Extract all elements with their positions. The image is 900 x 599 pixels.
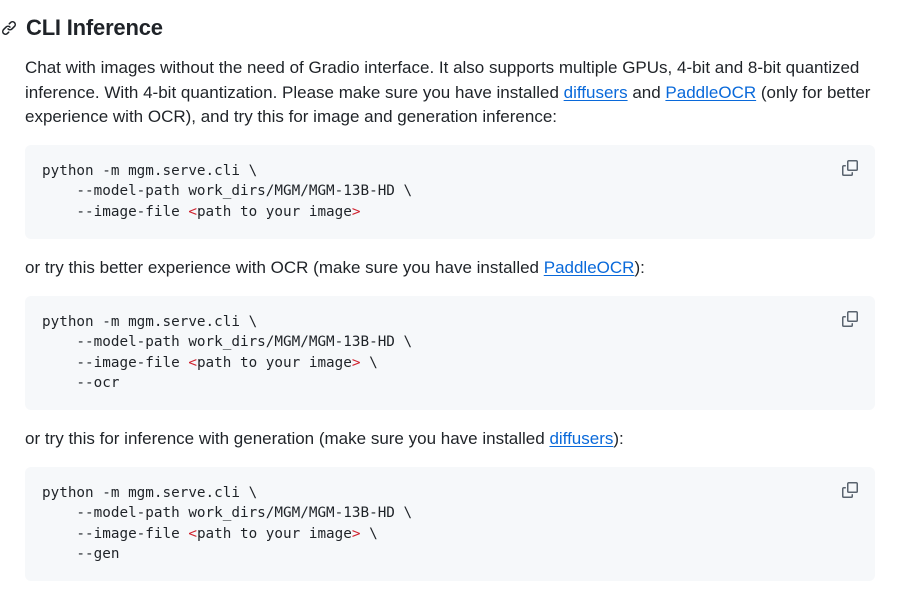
paddleocr-link[interactable]: PaddleOCR: [665, 83, 756, 102]
code-block-ocr: python -m mgm.serve.cli \ --model-path w…: [25, 296, 875, 410]
code-line: python -m mgm.serve.cli \: [42, 163, 258, 179]
gen-paragraph: or try this for inference with generatio…: [25, 427, 875, 452]
code-line: --image-file <path to your image> \: [42, 525, 378, 542]
code-line: --image-file <path to your image> \: [42, 354, 378, 371]
link-icon[interactable]: [0, 19, 18, 37]
intro-paragraph: Chat with images without the need of Gra…: [25, 56, 875, 130]
section-heading: CLI Inference: [0, 12, 163, 44]
code-block-gen: python -m mgm.serve.cli \ --model-path w…: [25, 467, 875, 581]
code-line: --image-file <path to your image>: [42, 203, 361, 220]
code-line: --gen: [42, 545, 120, 562]
code-content[interactable]: python -m mgm.serve.cli \ --model-path w…: [42, 161, 858, 222]
page-title: CLI Inference: [26, 15, 163, 40]
gen-text-1: or try this for inference with generatio…: [25, 429, 550, 448]
gen-text-2: ):: [613, 429, 624, 448]
ocr-paragraph: or try this better experience with OCR (…: [25, 256, 875, 281]
copy-icon[interactable]: [841, 481, 859, 499]
ocr-text-1: or try this better experience with OCR (…: [25, 258, 544, 277]
code-line: --model-path work_dirs/MGM/MGM-13B-HD \: [42, 334, 413, 351]
code-line: python -m mgm.serve.cli \: [42, 314, 258, 330]
code-line: --model-path work_dirs/MGM/MGM-13B-HD \: [42, 505, 413, 522]
code-line: python -m mgm.serve.cli \: [42, 485, 258, 501]
paddleocr-link[interactable]: PaddleOCR: [544, 258, 635, 277]
code-content[interactable]: python -m mgm.serve.cli \ --model-path w…: [42, 483, 858, 564]
copy-icon[interactable]: [841, 159, 859, 177]
code-line: --model-path work_dirs/MGM/MGM-13B-HD \: [42, 183, 413, 200]
diffusers-link[interactable]: diffusers: [564, 83, 628, 102]
code-block-basic: python -m mgm.serve.cli \ --model-path w…: [25, 145, 875, 239]
code-line: --ocr: [42, 374, 120, 391]
copy-icon[interactable]: [841, 310, 859, 328]
code-content[interactable]: python -m mgm.serve.cli \ --model-path w…: [42, 312, 858, 393]
ocr-text-2: ):: [634, 258, 645, 277]
intro-text-2: and: [627, 82, 666, 102]
diffusers-link[interactable]: diffusers: [549, 429, 613, 448]
